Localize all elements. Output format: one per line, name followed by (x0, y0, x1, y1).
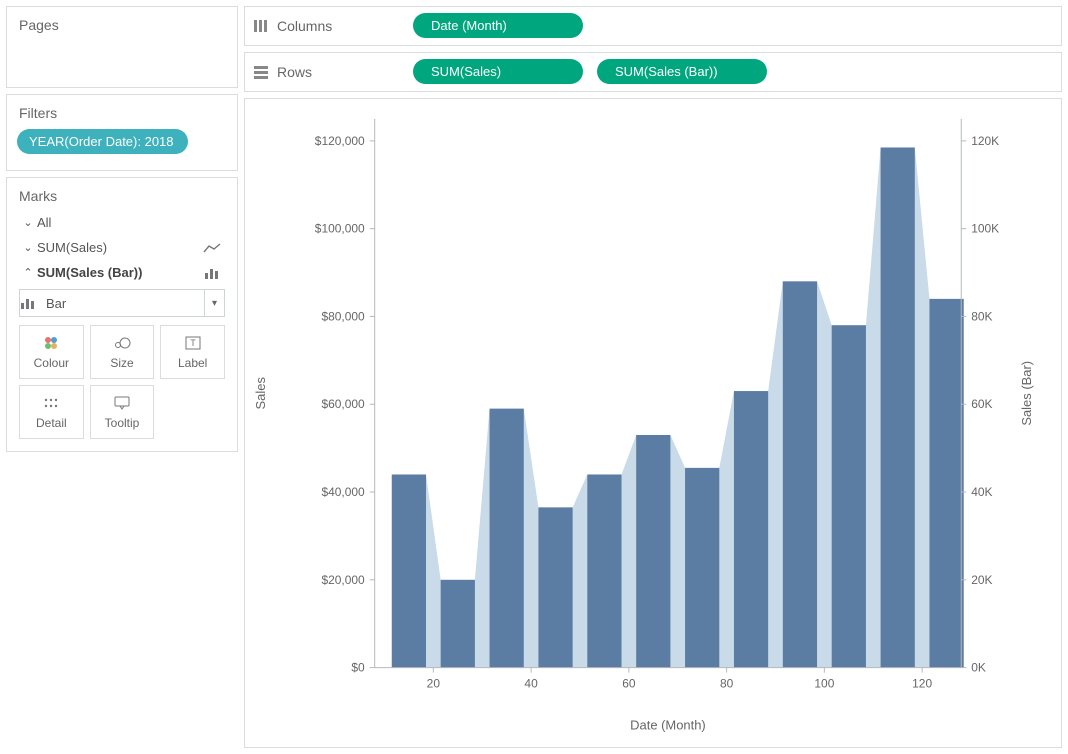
svg-text:$80,000: $80,000 (321, 309, 365, 323)
pill-sum-sales[interactable]: SUM(Sales) (413, 59, 583, 84)
svg-text:20: 20 (427, 676, 441, 690)
chart-canvas[interactable]: $0 0K $20,000 20K $40,000 40K $60,000 60K $80,00… (244, 98, 1062, 748)
bar-icon (203, 267, 225, 279)
mark-cell-label: Colour (34, 356, 69, 370)
filters-title: Filters (7, 95, 237, 129)
mark-tooltip-button[interactable]: Tooltip (90, 385, 155, 439)
marks-row-sales[interactable]: ⌄ SUM(Sales) (15, 235, 229, 260)
rows-label: Rows (277, 64, 312, 80)
filter-pill-year[interactable]: YEAR(Order Date): 2018 (17, 129, 188, 154)
svg-text:Sales (Bar): Sales (Bar) (1019, 360, 1034, 425)
mark-cell-label: Detail (36, 416, 67, 430)
mark-cell-label: Size (110, 356, 133, 370)
svg-text:80K: 80K (971, 309, 992, 323)
marks-row-sales-bar[interactable]: ⌃ SUM(Sales (Bar)) (15, 260, 229, 285)
mark-detail-button[interactable]: Detail (19, 385, 84, 439)
svg-text:60: 60 (622, 676, 636, 690)
mark-type-dropdown[interactable]: Bar ▾ (19, 289, 225, 317)
svg-text:$100,000: $100,000 (315, 221, 365, 235)
columns-icon (253, 19, 269, 33)
chevron-down-icon: ⌄ (19, 241, 37, 254)
svg-text:40K: 40K (971, 485, 992, 499)
marks-row-label: All (37, 215, 225, 230)
mark-cell-label: Label (178, 356, 207, 370)
rows-icon (253, 65, 269, 79)
svg-text:Date (Month): Date (Month) (630, 717, 706, 732)
svg-text:80: 80 (720, 676, 734, 690)
columns-label: Columns (277, 18, 332, 34)
mark-label-button[interactable]: T Label (160, 325, 225, 379)
mark-properties-grid: Colour Size T Label (15, 325, 229, 439)
detail-icon (43, 394, 59, 412)
pill-date-month[interactable]: Date (Month) (413, 13, 583, 38)
svg-text:$0: $0 (351, 660, 365, 674)
marks-row-all[interactable]: ⌄ All (15, 210, 229, 235)
svg-text:$40,000: $40,000 (321, 485, 365, 499)
marks-title: Marks (15, 188, 229, 210)
mark-type-label: Bar (46, 296, 204, 311)
chevron-down-icon[interactable]: ▾ (204, 290, 224, 316)
svg-text:T: T (190, 338, 196, 348)
svg-text:100: 100 (814, 676, 834, 690)
marks-row-label: SUM(Sales) (37, 240, 203, 255)
size-icon (113, 334, 131, 352)
svg-text:20K: 20K (971, 572, 992, 586)
mark-cell-label: Tooltip (105, 416, 140, 430)
marks-row-label: SUM(Sales (Bar)) (37, 265, 203, 280)
marks-shelf: Marks ⌄ All ⌄ SUM(Sales) ⌃ SUM(Sales (Ba… (6, 177, 238, 452)
svg-text:120: 120 (912, 676, 932, 690)
svg-text:60K: 60K (971, 397, 992, 411)
svg-text:$20,000: $20,000 (321, 572, 365, 586)
columns-shelf[interactable]: Columns Date (Month) (244, 6, 1062, 46)
mark-size-button[interactable]: Size (90, 325, 155, 379)
label-icon: T (185, 334, 201, 352)
chevron-down-icon: ⌄ (19, 216, 37, 229)
svg-text:0K: 0K (971, 660, 986, 674)
line-icon (203, 242, 225, 254)
filters-shelf[interactable]: Filters YEAR(Order Date): 2018 (6, 94, 238, 171)
bar-icon (20, 297, 46, 309)
rows-shelf[interactable]: Rows SUM(Sales) SUM(Sales (Bar)) (244, 52, 1062, 92)
svg-text:120K: 120K (971, 133, 999, 147)
pill-sum-sales-bar[interactable]: SUM(Sales (Bar)) (597, 59, 767, 84)
mark-colour-button[interactable]: Colour (19, 325, 84, 379)
pages-shelf[interactable]: Pages (6, 6, 238, 88)
colour-icon (43, 334, 59, 352)
pages-title: Pages (7, 7, 237, 41)
tooltip-icon (114, 394, 130, 412)
svg-text:Sales: Sales (253, 376, 268, 409)
svg-text:40: 40 (524, 676, 538, 690)
svg-text:$60,000: $60,000 (321, 397, 365, 411)
svg-text:$120,000: $120,000 (315, 133, 365, 147)
chevron-up-icon: ⌃ (19, 266, 37, 279)
svg-text:100K: 100K (971, 221, 999, 235)
